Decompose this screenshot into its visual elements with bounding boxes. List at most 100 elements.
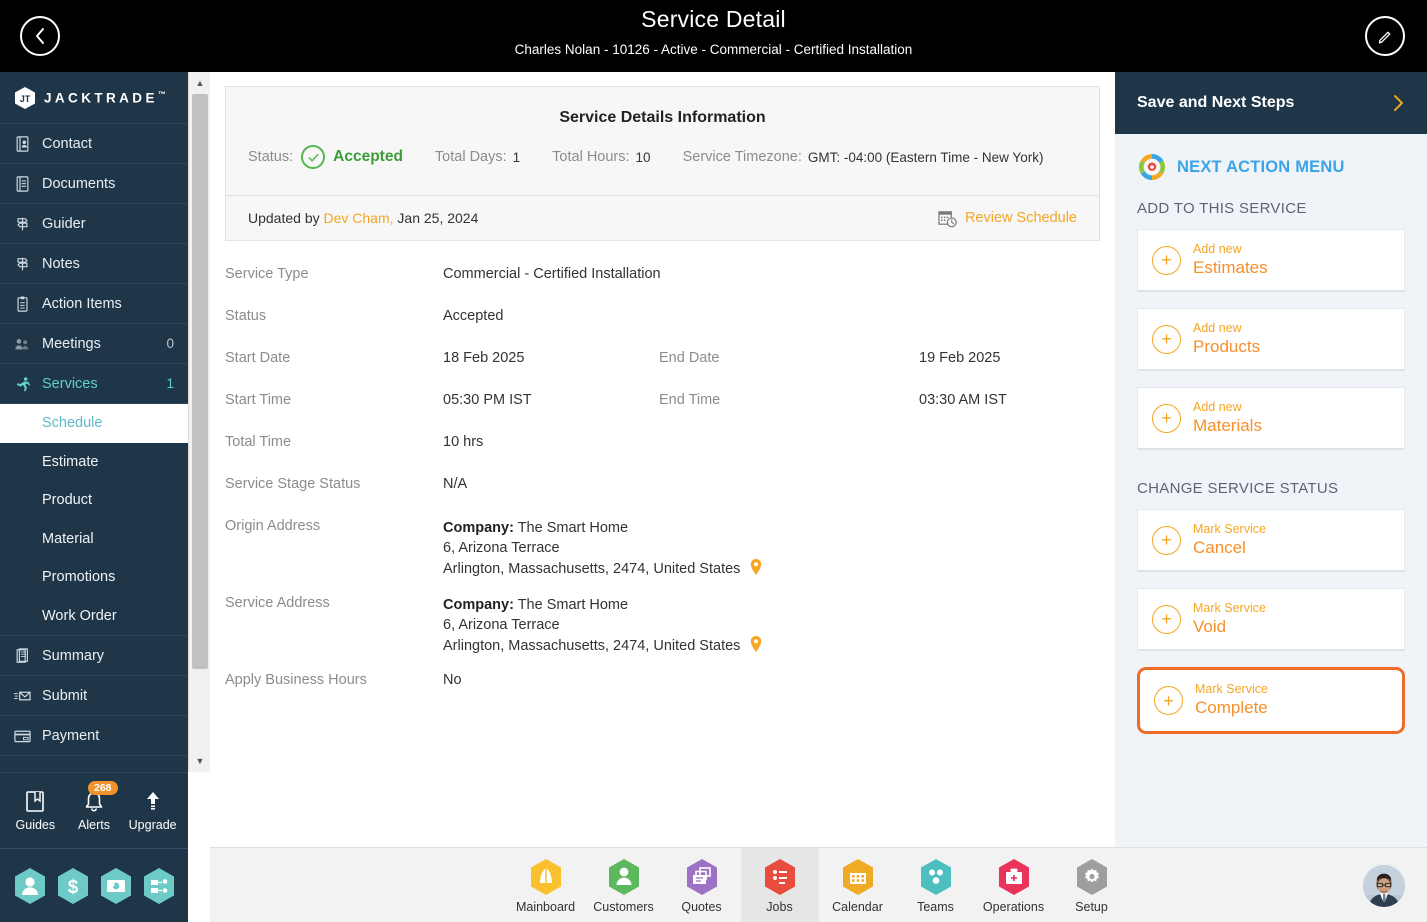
sidebar-item-notes[interactable]: Notes <box>0 244 188 284</box>
sidebar-item-contact[interactable]: Contact <box>0 124 188 164</box>
sidebar-item-action-items[interactable]: Action Items <box>0 284 188 324</box>
sidebar-scrollbar[interactable]: ▲ ▼ <box>188 72 211 772</box>
add-new-materials-button[interactable]: + Add new Materials <box>1137 387 1405 450</box>
signpost-icon <box>14 216 31 232</box>
field-label: End Date <box>659 350 720 366</box>
scroll-down-arrow-icon[interactable]: ▼ <box>189 750 211 772</box>
total-hours-label: Total Hours: <box>552 149 630 165</box>
guides-button[interactable]: Guides <box>7 790 63 832</box>
action-small-label: Add new <box>1193 241 1242 256</box>
save-and-next-steps-header[interactable]: Save and Next Steps <box>1115 72 1427 134</box>
bottom-bar: Mainboard Customers Quotes Jobs Calendar… <box>210 847 1427 922</box>
sidebar-item-submit[interactable]: Submit <box>0 676 188 716</box>
action-text: Add new Products <box>1193 321 1260 357</box>
sidebar-subitem-schedule[interactable]: Schedule <box>0 404 188 443</box>
sidebar-item-documents[interactable]: Documents <box>0 164 188 204</box>
dollar-hex-icon[interactable]: $ <box>56 867 90 905</box>
bottom-nav-label: Calendar <box>832 900 883 914</box>
alerts-button[interactable]: 268 Alerts <box>66 780 122 832</box>
mark-service-cancel-button[interactable]: + Mark Service Cancel <box>1137 509 1405 572</box>
contact-card-icon <box>14 135 31 152</box>
sidebar-item-label: Documents <box>42 175 116 192</box>
sidebar-subitem-label: Promotions <box>42 569 116 586</box>
field-value: 03:30 AM IST <box>919 392 1007 408</box>
field-start-end-date: Start Date 18 Feb 2025 End Date 19 Feb 2… <box>225 346 1100 388</box>
map-pin-icon[interactable] <box>749 558 763 582</box>
updated-by-user[interactable]: Dev Cham, <box>324 210 394 226</box>
sidebar-subitem-product[interactable]: Product <box>0 481 188 520</box>
bottom-nav-operations[interactable]: Operations <box>975 848 1053 922</box>
plus-circle-icon: + <box>1152 525 1181 555</box>
workflow-hex-icon[interactable] <box>142 867 176 905</box>
address-city-line: Arlington, Massachusetts, 2474, United S… <box>443 558 763 582</box>
bottom-nav-quotes[interactable]: Quotes <box>663 848 741 922</box>
add-new-products-button[interactable]: + Add new Products <box>1137 308 1405 371</box>
add-new-estimates-button[interactable]: + Add new Estimates <box>1137 229 1405 292</box>
status-label: Status: <box>248 149 294 165</box>
status-value: Accepted <box>333 148 403 165</box>
chevron-right-icon <box>1394 95 1403 111</box>
bottom-nav-jobs[interactable]: Jobs <box>740 848 819 922</box>
map-pin-icon[interactable] <box>749 635 763 659</box>
sidebar-subitem-estimate[interactable]: Estimate <box>0 443 188 482</box>
field-label: Origin Address <box>225 518 321 534</box>
card-title: Service Details Information <box>559 109 766 126</box>
summary-icon <box>14 647 31 664</box>
field-service-type: Service Type Commercial - Certified Inst… <box>225 262 1100 304</box>
plus-circle-icon: + <box>1152 245 1181 275</box>
bottom-nav-label: Jobs <box>766 900 793 914</box>
main-content: Service Details Information Status: Acce… <box>210 72 1115 847</box>
total-hours-value: 10 <box>635 149 651 165</box>
sidebar-item-guider[interactable]: Guider <box>0 204 188 244</box>
mark-service-complete-button[interactable]: + Mark Service Complete <box>1137 667 1405 734</box>
field-status: Status Accepted <box>225 304 1100 346</box>
service-details-card: Service Details Information Status: Acce… <box>225 86 1100 241</box>
field-start-end-time: Start Time 05:30 PM IST End Time 03:30 A… <box>225 388 1100 430</box>
sidebar-item-count: 1 <box>166 376 174 391</box>
bottom-nav-mainboard[interactable]: Mainboard <box>507 848 585 922</box>
field-value: Company: The Smart Home 6, Arizona Terra… <box>443 591 763 668</box>
bottom-nav-teams[interactable]: Teams <box>897 848 975 922</box>
sidebar-item-summary[interactable]: Summary <box>0 636 188 676</box>
edit-button[interactable] <box>1365 16 1405 56</box>
scroll-up-arrow-icon[interactable]: ▲ <box>189 72 211 94</box>
money-transfer-hex-icon[interactable] <box>99 867 133 905</box>
next-action-menu-title: NEXT ACTION MENU <box>1177 157 1345 176</box>
left-sidebar: JT JACKTRADE™ Contact Documents Guider N… <box>0 72 188 922</box>
bottom-nav-setup[interactable]: Setup <box>1053 848 1131 922</box>
sidebar-subitem-promotions[interactable]: Promotions <box>0 558 188 597</box>
address-city-text: Arlington, Massachusetts, 2474, United S… <box>443 561 741 577</box>
mark-service-void-button[interactable]: + Mark Service Void <box>1137 588 1405 651</box>
user-avatar[interactable] <box>1363 865 1405 907</box>
sidebar-item-label: Action Items <box>42 295 122 312</box>
bottom-nav-customers[interactable]: Customers <box>585 848 663 922</box>
sidebar-subitem-work-order[interactable]: Work Order <box>0 597 188 636</box>
field-total-time: Total Time 10 hrs <box>225 430 1100 472</box>
company-name: The Smart Home <box>517 597 629 613</box>
sidebar-scroll-thumb[interactable] <box>192 94 208 669</box>
updated-prefix: Updated by <box>248 210 320 226</box>
field-label: Apply Business Hours <box>225 672 367 688</box>
sidebar-subitem-material[interactable]: Material <box>0 520 188 559</box>
up-arrow-icon <box>146 791 159 810</box>
page-title: Service Detail <box>641 6 786 32</box>
company-label: Company: <box>443 520 514 536</box>
service-runner-icon <box>14 376 31 392</box>
field-label: Service Address <box>225 595 330 611</box>
field-value: N/A <box>443 476 468 492</box>
sidebar-item-meetings[interactable]: Meetings 0 <box>0 324 188 364</box>
address-company-line: Company: The Smart Home <box>443 518 763 538</box>
sidebar-item-payment[interactable]: Payment <box>0 716 188 756</box>
plus-circle-icon: + <box>1152 604 1181 634</box>
person-hex-icon[interactable] <box>13 867 47 905</box>
total-days-value: 1 <box>512 149 521 165</box>
upgrade-label: Upgrade <box>128 817 177 832</box>
clipboard-icon <box>14 296 31 312</box>
bottom-nav-calendar[interactable]: Calendar <box>819 848 897 922</box>
bottom-nav-label: Mainboard <box>515 900 576 914</box>
review-schedule-button[interactable]: Review Schedule <box>938 209 1077 228</box>
field-label: Start Date <box>225 350 291 366</box>
sidebar-item-services[interactable]: Services 1 <box>0 364 188 404</box>
upgrade-button[interactable]: Upgrade <box>125 790 181 832</box>
jobs-hex-icon <box>764 859 795 895</box>
